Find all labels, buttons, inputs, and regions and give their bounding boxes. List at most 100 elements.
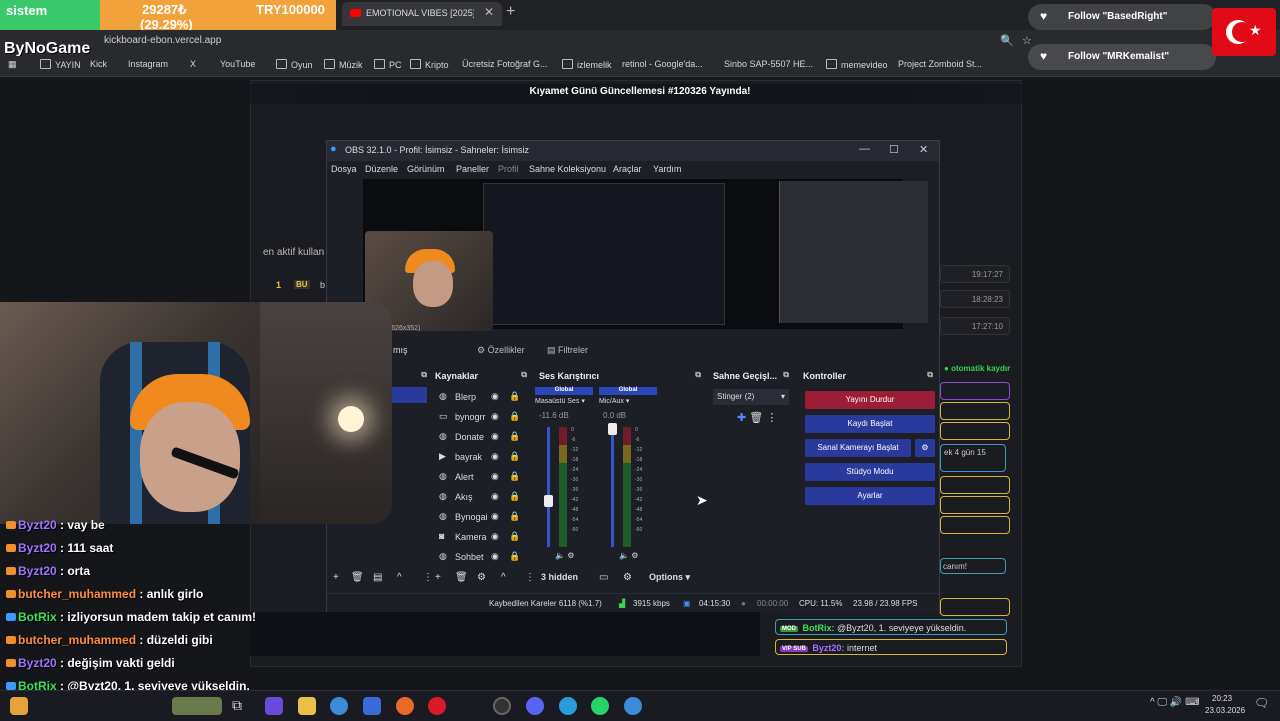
eye-icon[interactable]: ◉ xyxy=(491,391,499,402)
move-up-icon[interactable]: ^ xyxy=(397,572,402,583)
new-tab-button[interactable]: + xyxy=(506,3,515,21)
eye-icon[interactable]: ◉ xyxy=(491,531,499,542)
pop-out-icon[interactable]: ⧉ xyxy=(783,370,789,380)
bookmark-retinol[interactable]: retinol - Google'da... xyxy=(622,59,703,69)
pop-out-icon[interactable]: ⧉ xyxy=(927,370,933,380)
menu-gorunum[interactable]: Görünüm xyxy=(407,164,445,174)
link-icon[interactable]: ⚙ xyxy=(623,572,632,583)
filters-button[interactable]: ▤ Filtreler xyxy=(547,345,588,356)
source-item[interactable]: ◍ Blerp ◉ 🔒 xyxy=(435,388,527,406)
discord-icon[interactable] xyxy=(526,697,544,715)
lock-icon[interactable]: 🔒 xyxy=(509,491,520,502)
source-item[interactable]: ◙ Kamera ◉ 🔒 xyxy=(435,528,527,546)
channel-name[interactable]: Masaüstü Ses ▾ xyxy=(535,397,585,405)
settings-icon[interactable]: ⚙ xyxy=(567,551,574,560)
bookmark-star-icon[interactable]: ☆ xyxy=(1022,34,1032,47)
lock-icon[interactable]: 🔒 xyxy=(509,411,520,422)
bookmark-pc[interactable]: PC xyxy=(374,59,402,70)
trash-icon[interactable]: 🗑 xyxy=(749,412,763,424)
move-up-icon[interactable]: ^ xyxy=(501,572,506,583)
menu-dosya[interactable]: Dosya xyxy=(331,164,357,174)
volume-slider[interactable] xyxy=(611,427,614,547)
layout-icon[interactable]: ▭ xyxy=(599,572,608,583)
chrome-icon[interactable] xyxy=(330,697,348,715)
obs-icon[interactable] xyxy=(493,697,511,715)
lock-icon[interactable]: 🔒 xyxy=(509,391,520,402)
source-item[interactable]: ▭ bynogrr ◉ 🔒 xyxy=(435,408,527,426)
trash-icon[interactable]: 🗑 xyxy=(455,572,468,583)
firefox-icon[interactable] xyxy=(396,697,414,715)
eye-icon[interactable]: ◉ xyxy=(491,471,499,482)
browser-tab-active[interactable]: EMOTIONAL VIBES [2025] – DE ✕ xyxy=(342,2,502,26)
settings-icon[interactable]: ⚙ xyxy=(631,551,638,560)
auto-scroll-toggle[interactable]: ● otomatik kaydır xyxy=(944,364,1010,373)
eye-icon[interactable]: ◉ xyxy=(491,451,499,462)
more-icon[interactable]: ⋮ xyxy=(766,412,777,424)
source-item[interactable]: ◍ Sohbet ◉ 🔒 xyxy=(435,548,527,566)
bookmark-kripto[interactable]: Kripto xyxy=(410,59,449,70)
source-item[interactable]: ▶ bayrak ◉ 🔒 xyxy=(435,448,527,466)
bookmark-oyun[interactable]: Oyun xyxy=(276,59,313,70)
bookmark-instagram[interactable]: Instagram xyxy=(128,59,168,69)
bookmark-yayin[interactable]: YAYIN xyxy=(40,59,81,70)
virtual-camera-button[interactable]: Sanal Kamerayı Başlat xyxy=(805,439,911,457)
lock-icon[interactable]: 🔒 xyxy=(509,551,520,562)
more-icon[interactable]: ⋮ xyxy=(525,572,535,583)
source-item[interactable]: ◍ Alert ◉ 🔒 xyxy=(435,468,527,486)
telegram-icon[interactable] xyxy=(559,697,577,715)
volume-slider[interactable] xyxy=(547,427,550,547)
menu-yardim[interactable]: Yardım xyxy=(653,164,681,174)
lock-icon[interactable]: 🔒 xyxy=(509,451,520,462)
volume-knob[interactable] xyxy=(544,495,553,508)
whatsapp-icon[interactable] xyxy=(591,697,609,715)
file-explorer-icon[interactable] xyxy=(298,697,316,715)
pop-out-icon[interactable]: ⧉ xyxy=(695,370,701,380)
bookmark-memevideo[interactable]: memevideo xyxy=(826,59,888,70)
options-dropdown[interactable]: Options ▾ xyxy=(649,572,690,583)
apps-grid-icon[interactable]: ▦ xyxy=(8,59,17,70)
copilot-icon[interactable] xyxy=(265,697,283,715)
eye-icon[interactable]: ◉ xyxy=(491,431,499,442)
eye-icon[interactable]: ◉ xyxy=(491,411,499,422)
bookmark-kick[interactable]: Kick xyxy=(90,59,107,69)
pop-out-icon[interactable]: ⧉ xyxy=(521,370,527,380)
add-icon[interactable]: ✚ xyxy=(737,412,746,424)
start-recording-button[interactable]: Kaydı Başlat xyxy=(805,415,935,433)
task-view-icon[interactable]: ⧉ xyxy=(232,697,250,715)
virtual-camera-settings-icon[interactable]: ⚙ xyxy=(915,439,935,457)
taskbar-widget-icon[interactable] xyxy=(172,697,222,715)
tab-close-icon[interactable]: ✕ xyxy=(484,5,494,19)
source-item[interactable]: ◍ Bynogai ◉ 🔒 xyxy=(435,508,527,526)
eye-icon[interactable]: ◉ xyxy=(491,551,499,562)
source-item[interactable]: ◍ Donate ◉ 🔒 xyxy=(435,428,527,446)
system-tray[interactable]: ^ 🖵 🔊 ⌨ xyxy=(1150,697,1200,708)
menu-duzenle[interactable]: Düzenle xyxy=(365,164,398,174)
taskbar-app-icon[interactable] xyxy=(10,697,28,715)
lock-icon[interactable]: 🔒 xyxy=(509,531,520,542)
chrome-icon[interactable] xyxy=(624,697,642,715)
mute-button[interactable]: 🔈 ⚙ xyxy=(555,551,574,560)
minimize-icon[interactable]: — xyxy=(859,143,870,155)
bookmark-youtube[interactable]: YouTube xyxy=(220,59,255,69)
channel-name[interactable]: Mic/Aux ▾ xyxy=(599,397,629,405)
add-source-icon[interactable]: + xyxy=(435,572,441,583)
close-icon[interactable]: ✕ xyxy=(919,143,928,156)
gear-icon[interactable]: ⚙ xyxy=(477,572,486,583)
settings-button[interactable]: Ayarlar xyxy=(805,487,935,505)
bookmark-izlemelik[interactable]: izlemelik xyxy=(562,59,612,70)
scene-selected[interactable] xyxy=(391,387,427,403)
menu-paneller[interactable]: Paneller xyxy=(456,164,489,174)
bookmark-zomboid[interactable]: Project Zomboid St... xyxy=(898,59,982,69)
more-icon[interactable]: ⋮ xyxy=(423,572,433,583)
zoom-icon[interactable]: 🔍 xyxy=(1000,34,1014,47)
lock-icon[interactable]: 🔒 xyxy=(509,471,520,482)
bookmark-foto[interactable]: Ücretsiz Fotoğraf G... xyxy=(462,59,548,69)
bookmark-x[interactable]: X xyxy=(190,59,196,69)
opera-icon[interactable] xyxy=(428,697,446,715)
bookmark-muzik[interactable]: Müzik xyxy=(324,59,363,70)
lock-icon[interactable]: 🔒 xyxy=(509,511,520,522)
bookmark-sinbo[interactable]: Sinbo SAP-5507 HE... xyxy=(724,59,813,69)
volume-knob[interactable] xyxy=(608,423,617,436)
pop-out-icon[interactable]: ⧉ xyxy=(421,370,427,380)
menu-sahne-koleksiyonu[interactable]: Sahne Koleksiyonu xyxy=(529,164,606,174)
